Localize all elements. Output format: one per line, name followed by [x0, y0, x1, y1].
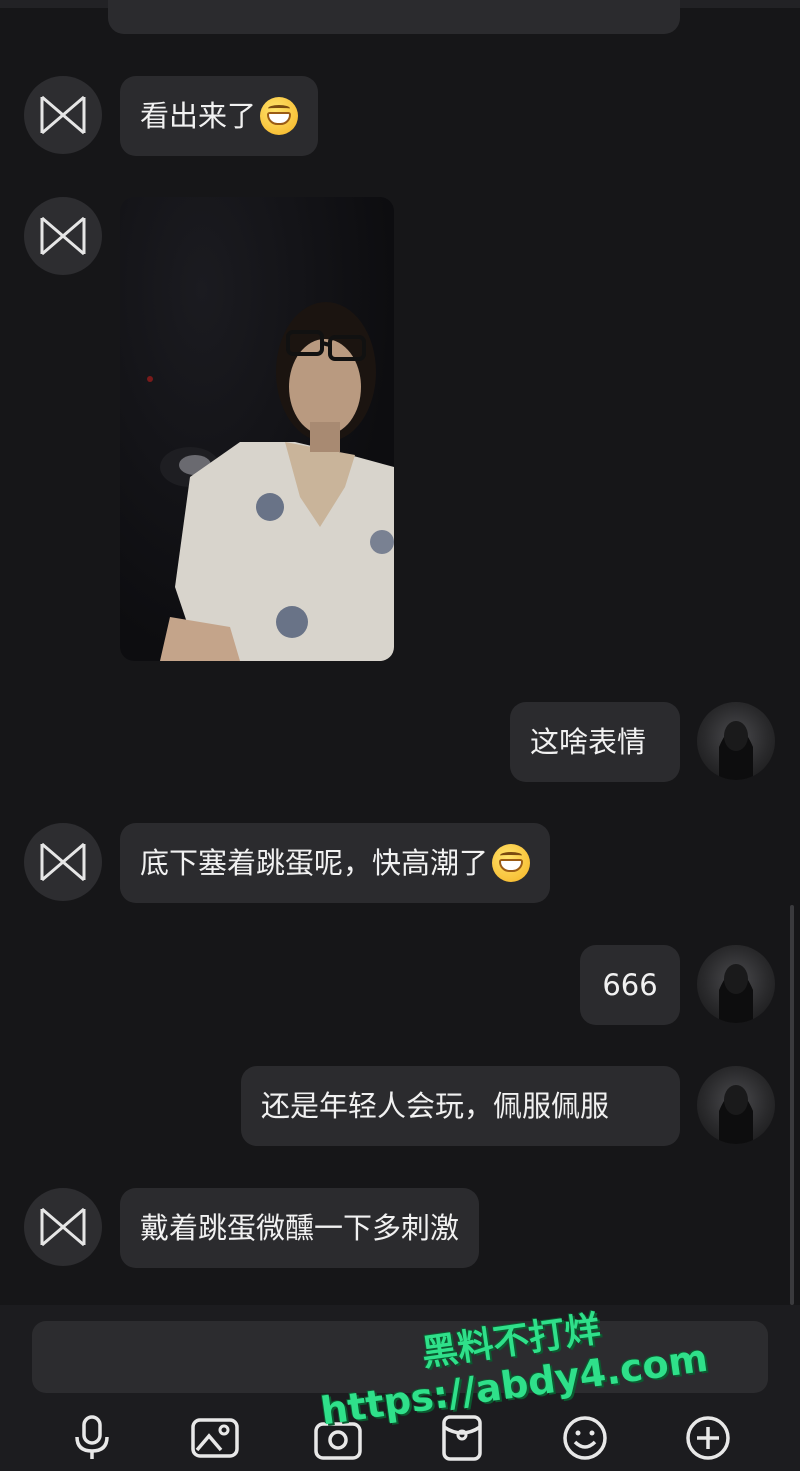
microphone-icon[interactable] [68, 1414, 116, 1462]
emoji-icon[interactable] [561, 1414, 609, 1462]
user-avatar[interactable] [697, 702, 775, 780]
grinning-face-icon [260, 97, 299, 135]
contact-logo-icon [40, 95, 86, 135]
message-bubble[interactable]: 戴着跳蛋微醺一下多刺激 [120, 1188, 480, 1268]
message-text: 这啥表情 [530, 724, 647, 759]
message-bubble-self[interactable]: 666 [580, 945, 680, 1025]
scrollbar[interactable] [790, 905, 794, 1305]
message-text: 戴着跳蛋微醺一下多刺激 [140, 1210, 460, 1245]
hooded-figure-icon [719, 721, 753, 780]
image-icon[interactable] [191, 1414, 239, 1462]
grinning-face-icon [492, 844, 531, 882]
message-bubble[interactable]: 看出来了 [120, 76, 319, 156]
message-text: 还是年轻人会玩，佩服佩服 [261, 1088, 610, 1123]
message-bubble-self[interactable]: 这啥表情 [510, 702, 680, 782]
message-text: 看出来了 [140, 98, 257, 133]
contact-logo-icon [40, 842, 86, 882]
contact-logo-icon [40, 216, 86, 256]
photo-message[interactable] [120, 197, 394, 661]
message-bubble-self[interactable]: 还是年轻人会玩，佩服佩服 [241, 1066, 680, 1146]
contact-avatar[interactable] [24, 823, 102, 901]
hooded-figure-icon [719, 964, 753, 1023]
red-packet-icon[interactable] [438, 1414, 486, 1462]
message-bubble-partial[interactable] [108, 0, 680, 34]
contact-avatar[interactable] [24, 197, 102, 275]
photo-figure [147, 302, 394, 661]
user-avatar[interactable] [697, 945, 775, 1023]
contact-avatar[interactable] [24, 76, 102, 154]
contact-logo-icon [40, 1207, 86, 1247]
message-bubble[interactable]: 底下塞着跳蛋呢，快高潮了 [120, 823, 551, 903]
contact-avatar[interactable] [24, 1188, 102, 1266]
message-text: 底下塞着跳蛋呢，快高潮了 [140, 845, 489, 880]
plus-icon[interactable] [684, 1414, 732, 1462]
hooded-figure-icon [719, 1085, 753, 1144]
message-text: 666 [602, 967, 658, 1002]
user-avatar[interactable] [697, 1066, 775, 1144]
